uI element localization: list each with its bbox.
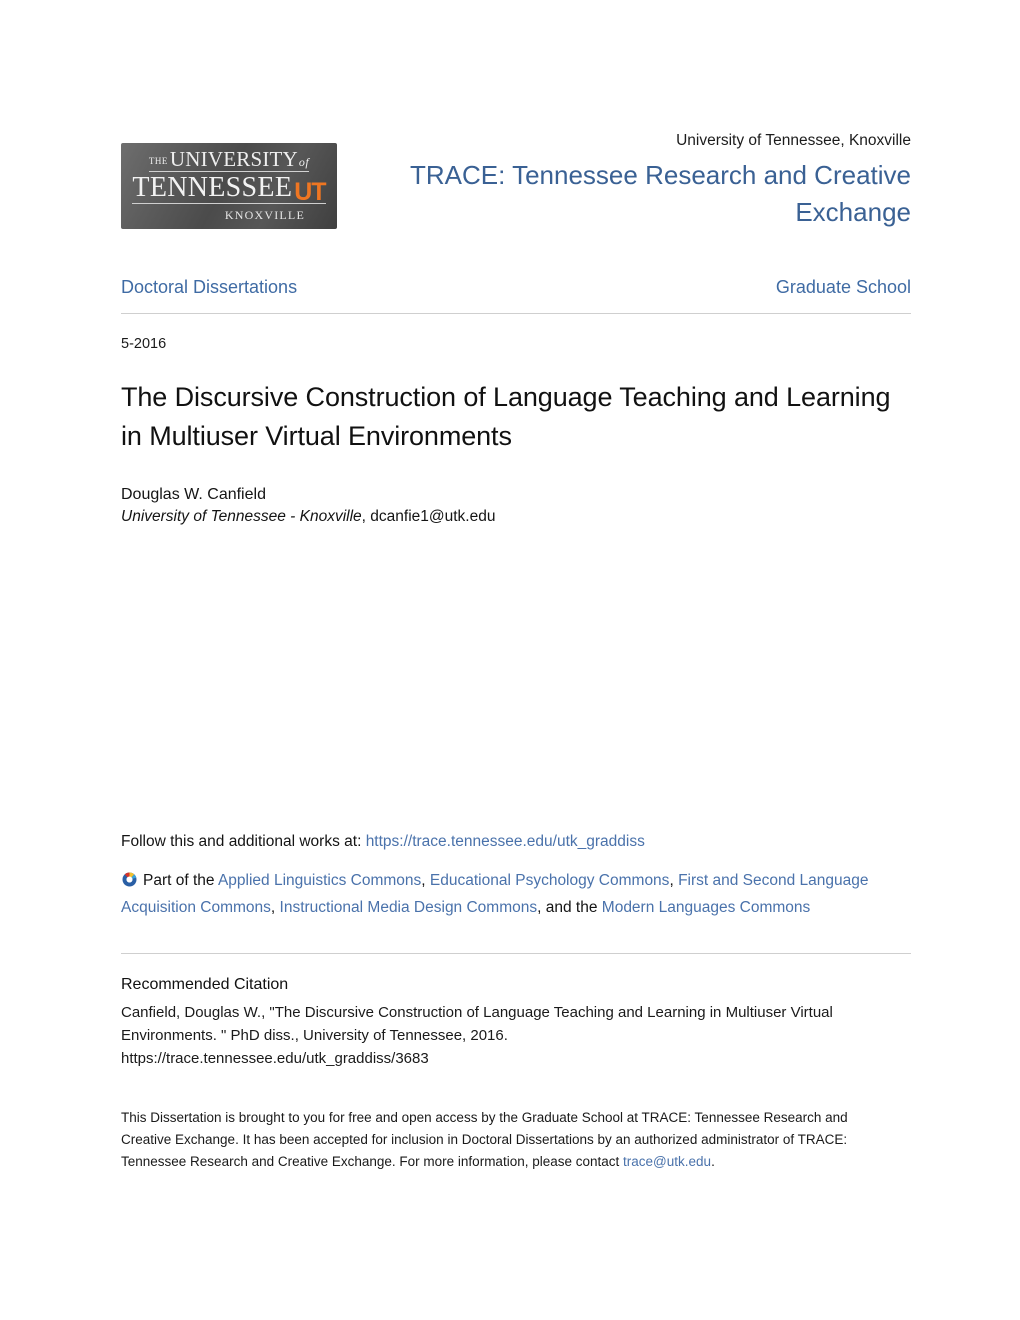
follow-block: Follow this and additional works at: htt… <box>121 830 911 922</box>
masthead-text: University of Tennessee, Knoxville TRACE… <box>391 131 911 231</box>
digital-commons-network-icon <box>121 871 138 888</box>
logo-the-text: THE <box>148 156 168 166</box>
logo-knoxville-text: KNOXVILLE <box>224 208 305 222</box>
nav-link-collection[interactable]: Doctoral Dissertations <box>121 277 297 299</box>
ut-power-t-icon: UT <box>294 177 326 206</box>
access-statement-text: This Dissertation is brought to you for … <box>121 1110 848 1170</box>
logo-line-tennessee: TENNESSEE UT <box>132 172 327 206</box>
divider-citation <box>121 953 911 955</box>
institution-name: University of Tennessee, Knoxville <box>676 132 911 149</box>
access-statement: This Dissertation is brought to you for … <box>121 1107 866 1173</box>
follow-prefix: Follow this and additional works at: <box>121 832 362 850</box>
commons-link-educational-psychology[interactable]: Educational Psychology Commons <box>430 872 670 889</box>
author-email: dcanfie1@utk.edu <box>370 508 496 526</box>
commons-and-the: and the <box>545 898 598 916</box>
author-block: Douglas W. Canfield University of Tennes… <box>121 483 911 529</box>
logo-of-text: of <box>298 155 310 169</box>
author-affiliation: University of Tennessee - Knoxville <box>121 508 362 526</box>
citation-heading: Recommended Citation <box>121 976 289 994</box>
publication-date: 5-2016 <box>121 335 167 352</box>
page-title: The Discursive Construction of Language … <box>121 382 891 451</box>
logo-line-university: THE UNIVERSITY of <box>148 147 310 172</box>
commons-separator-2: , <box>669 872 674 889</box>
commons-separator-1: , <box>421 872 426 889</box>
citation-body: Canfield, Douglas W., "The Discursive Co… <box>121 1001 911 1071</box>
logo-tennessee-text: TENNESSEE <box>132 172 293 203</box>
nav-link-unit[interactable]: Graduate School <box>776 277 911 299</box>
masthead: THE UNIVERSITY of TENNESSEE UT KNOXVILLE… <box>121 0 911 233</box>
follow-url-link[interactable]: https://trace.tennessee.edu/utk_graddiss <box>366 833 645 850</box>
logo-university-text: UNIVERSITY <box>169 147 298 171</box>
commons-link-applied-linguistics[interactable]: Applied Linguistics Commons <box>218 872 421 889</box>
university-logo[interactable]: THE UNIVERSITY of TENNESSEE UT KNOXVILLE <box>121 143 337 229</box>
divider-top <box>121 312 911 314</box>
citation-url: https://trace.tennessee.edu/utk_graddiss… <box>121 1050 429 1068</box>
follow-line: Follow this and additional works at: htt… <box>121 830 911 853</box>
author-affiliation-separator: , <box>361 508 366 526</box>
commons-separator-4: , <box>537 898 542 916</box>
document-page: THE UNIVERSITY of TENNESSEE UT KNOXVILLE… <box>0 0 1020 1320</box>
repository-title: TRACE: Tennessee Research and Creative E… <box>410 160 911 228</box>
commons-separator-3: , <box>270 898 276 916</box>
contact-email-link[interactable]: trace@utk.edu <box>623 1154 711 1169</box>
access-statement-period: . <box>711 1154 715 1170</box>
author-affiliation-line: University of Tennessee - Knoxville, dca… <box>121 506 911 528</box>
commons-line: Part of the Applied Linguistics Commons,… <box>121 868 911 921</box>
page-content: THE UNIVERSITY of TENNESSEE UT KNOXVILLE… <box>121 0 911 1173</box>
university-logo-inner: THE UNIVERSITY of TENNESSEE UT KNOXVILLE <box>121 143 337 229</box>
commons-link-instructional-media-design[interactable]: Instructional Media Design Commons <box>280 899 538 916</box>
author-name: Douglas W. Canfield <box>121 486 266 504</box>
breadcrumb: Doctoral Dissertations Graduate School <box>121 277 911 299</box>
commons-link-modern-languages[interactable]: Modern Languages Commons <box>602 899 811 916</box>
citation-text: Canfield, Douglas W., "The Discursive Co… <box>121 1003 833 1044</box>
part-of-prefix: Part of the <box>143 872 215 889</box>
